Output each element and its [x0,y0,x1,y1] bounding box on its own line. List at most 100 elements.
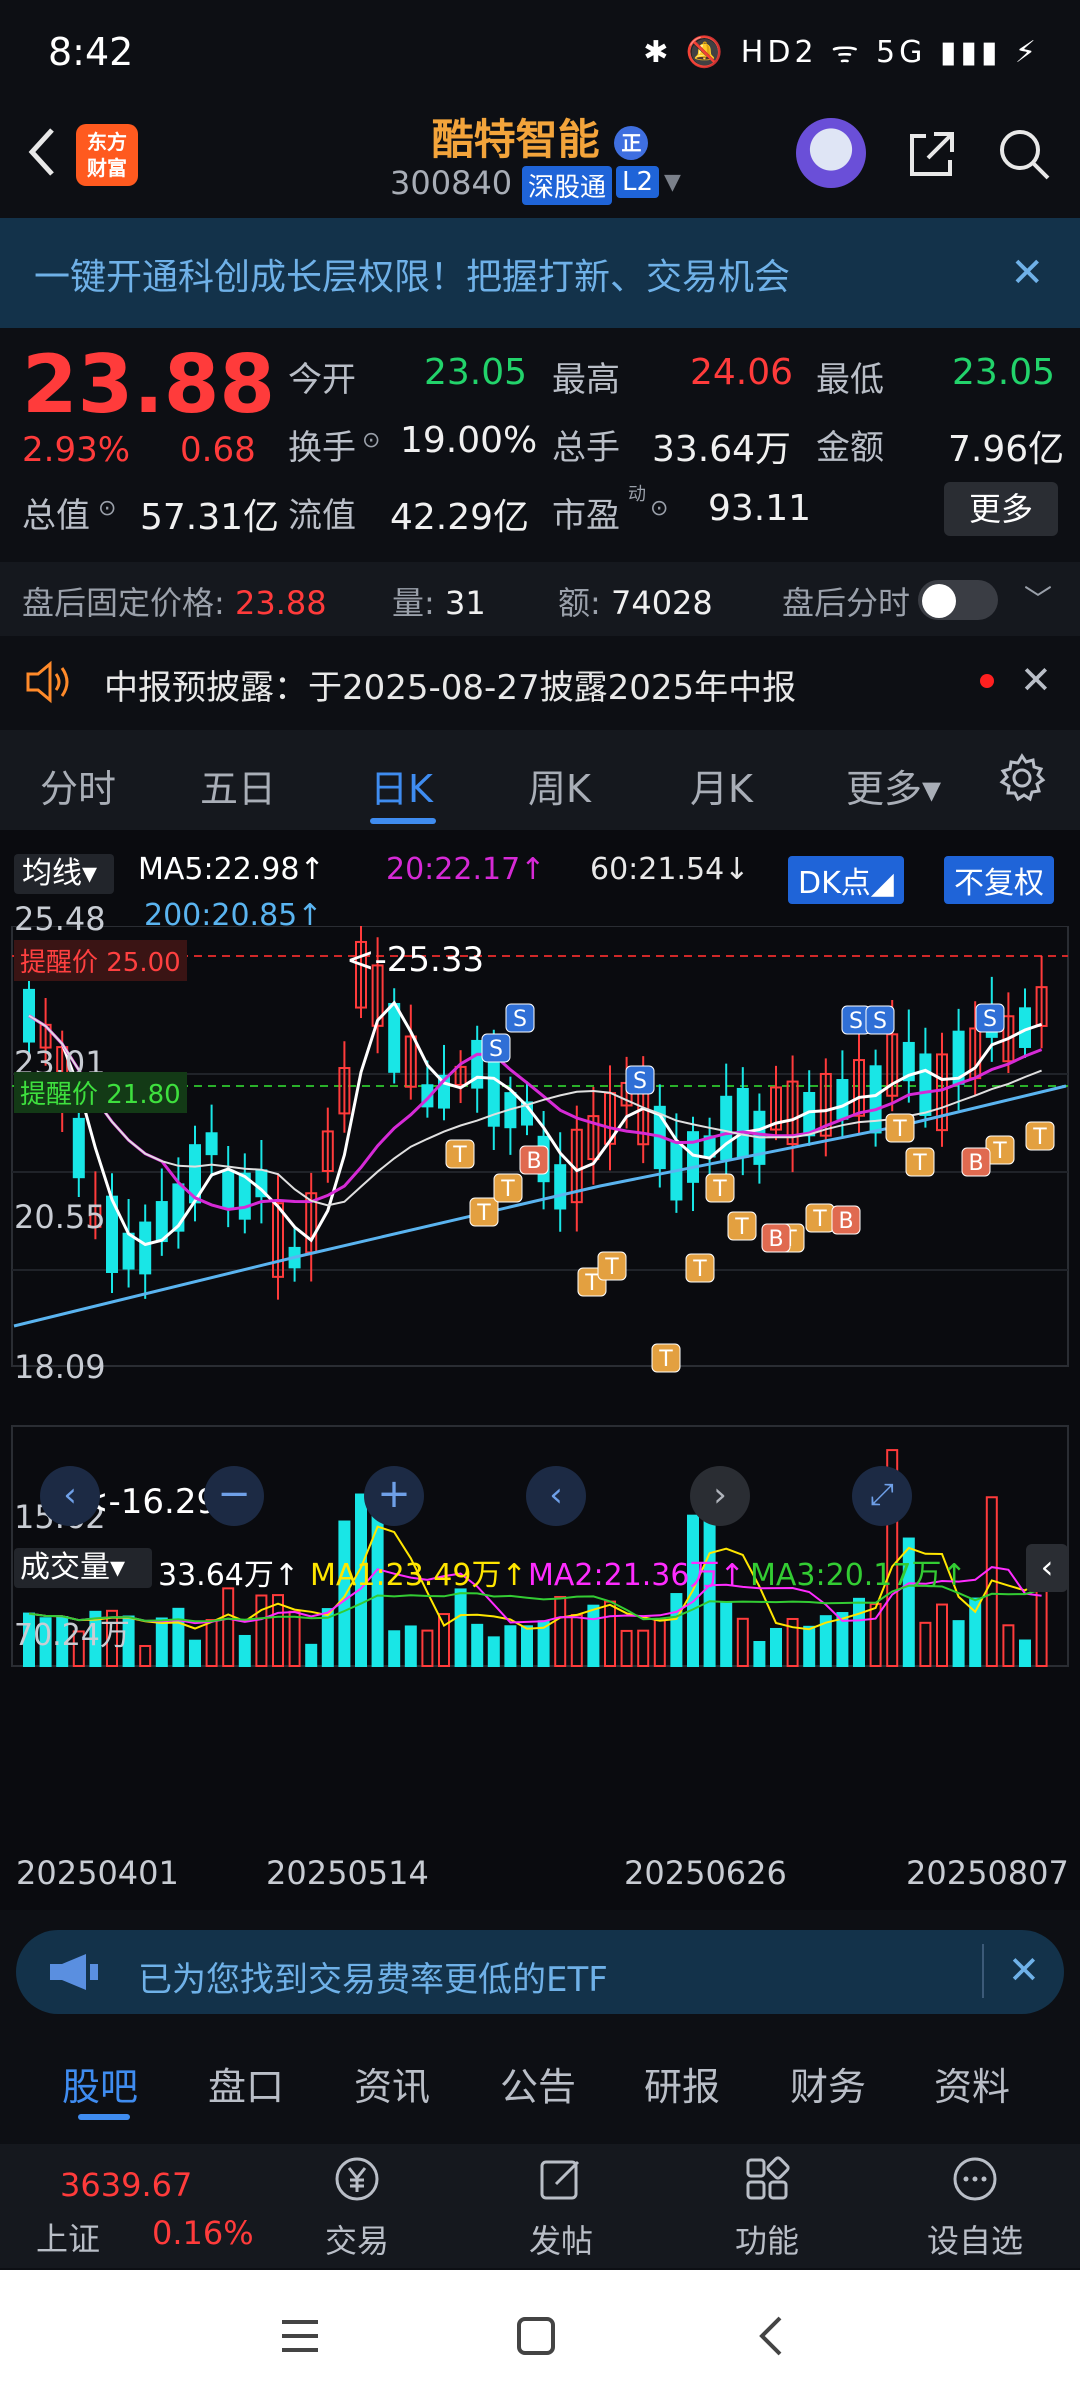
status-time: 8:42 [48,30,134,74]
zoom-in-button[interactable]: + [364,1466,424,1526]
tab-daily-k[interactable]: 日K [370,758,433,813]
tab-orderbook[interactable]: 盘口 [208,2056,284,2111]
min-price-label: <-16.29 [80,1482,219,1522]
turnover-value: 19.00% [400,420,538,461]
alert-label-upper[interactable]: 提醒价 25.00 [14,940,187,981]
zoom-out-button[interactable]: − [204,1466,264,1526]
search-icon[interactable] [996,126,1052,182]
post-icon[interactable] [536,2154,586,2204]
gear-icon[interactable] [996,752,1048,804]
tab-intraday[interactable]: 分时 [40,758,116,813]
candle-body [869,1065,882,1134]
candle-body [205,1132,218,1156]
robot-assistant-icon[interactable] [796,118,866,188]
tab-news[interactable]: 资讯 [354,2056,430,2111]
watchlist-label[interactable]: 设自选 [920,2216,1030,2262]
fullscreen-icon[interactable]: ⤢ [852,1466,912,1526]
ah-amt-label: 额: [558,584,601,622]
home-icon[interactable] [514,2314,558,2358]
close-icon[interactable]: ✕ [1008,1948,1040,1992]
marker-letter: T [734,1215,749,1240]
more-button[interactable]: 更多 [944,482,1058,536]
marker-letter: T [584,1271,599,1296]
close-icon[interactable]: ✕ [1010,250,1044,296]
y-label-4: 18.09 [14,1348,106,1386]
tab-weekly-k[interactable]: 周K [528,758,591,813]
vma2-legend: MA2:21.36万↑ [528,1558,745,1593]
ah-price: 23.88 [234,584,327,622]
info-icon[interactable]: ⊙ [362,428,380,453]
collapse-panel-icon[interactable]: ‹ [1026,1544,1068,1592]
volume-bar [736,1617,749,1668]
trade-icon[interactable] [332,2154,382,2204]
volume-bar [570,1614,583,1667]
tab-profile[interactable]: 资料 [934,2056,1010,2111]
volume-label: 总手 [552,428,620,468]
change-amount: 0.68 [180,430,256,470]
vma3-legend: MA3:20.17万↑ [750,1558,967,1593]
dk-point-button[interactable]: DK点◢ [788,856,904,904]
ma-selector[interactable]: 均线▾ [14,854,114,894]
marker-letter: T [912,1151,927,1176]
volume-bar [205,1619,218,1668]
next-button[interactable]: › [690,1466,750,1526]
marker-letter: S [983,1007,997,1032]
kline-chart-area[interactable]: 均线▾ MA5:22.98↑ 20:22.17↑ 60:21.54↓ 200:2… [0,830,1080,1910]
back-nav-icon[interactable] [752,2314,792,2358]
marker-letter: B [838,1209,853,1234]
adjust-button[interactable]: 不复权 [944,856,1054,904]
turnover-label: 换手 [288,428,356,468]
bottom-toolbar: 3639.67 上证 0.16% 交易 发帖 功能 设自选 [0,2144,1080,2268]
y-label-1: 25.48 [14,900,106,938]
alert-label-lower[interactable]: 提醒价 21.80 [14,1072,187,1113]
trade-label[interactable]: 交易 [314,2216,400,2262]
menu-icon[interactable] [278,2316,322,2356]
promo-banner[interactable]: 一键开通科创成长层权限！把握打新、交易机会 ✕ [0,218,1080,328]
tab-announcements[interactable]: 公告 [500,2056,576,2111]
function-label[interactable]: 功能 [724,2216,810,2262]
amount-label: 金额 [816,428,884,468]
info-icon[interactable]: ⊙ [98,496,116,521]
add-watchlist-icon[interactable] [950,2154,1000,2204]
scroll-left-button[interactable]: ‹ [40,1466,100,1526]
chevron-down-icon[interactable]: ▼ [664,170,681,195]
etf-banner[interactable]: 已为您找到交易费率更低的ETF ✕ [16,1930,1064,2014]
badge-icon: 正 [614,125,649,160]
amount-value: 7.96亿 [948,429,1065,470]
candle-body [122,1232,135,1270]
marker-letter: T [812,1207,827,1232]
share-icon[interactable] [904,126,960,182]
tab-monthly-k[interactable]: 月K [690,758,753,813]
chevron-down-icon[interactable]: ﹀ [1024,578,1052,618]
post-label[interactable]: 发帖 [518,2216,604,2262]
index-value[interactable]: 3639.67 [60,2166,192,2204]
volume-bar [952,1620,965,1668]
close-icon[interactable]: ✕ [1020,658,1052,702]
tab-research[interactable]: 研报 [644,2056,720,2111]
banner-text: 一键开通科创成长层权限！把握打新、交易机会 [34,257,791,298]
volume-bar [637,1629,650,1667]
pe-value: 93.11 [708,488,812,529]
tab-more[interactable]: 更多▾ [846,758,941,813]
marker-letter: S [513,1007,527,1032]
tab-forum[interactable]: 股吧 [62,2056,138,2111]
info-icon[interactable]: ⊙ [650,496,668,521]
index-name: 上证 [36,2220,101,2258]
prev-button[interactable]: ‹ [526,1466,586,1526]
notice-bar[interactable]: 中报预披露：于2025-08-27披露2025年中报 ✕ [0,640,1080,724]
level-tag[interactable]: L2 [616,166,660,198]
tab-finance[interactable]: 财务 [790,2056,866,2111]
tab-five-day[interactable]: 五日 [200,758,276,813]
volume-bar [587,1604,600,1667]
volume-bar [554,1595,567,1667]
grid-icon[interactable] [742,2154,792,2204]
ma20-legend: 20:22.17↑ [386,852,546,887]
volume-bar [753,1640,766,1667]
candle-body [222,1169,235,1210]
low-value: 23.05 [952,352,1056,393]
volume-selector[interactable]: 成交量▾ [14,1548,152,1588]
quote-panel: 23.88 2.93% 0.68 今开 23.05 最高 24.06 最低 23… [0,330,1080,560]
candle-body [72,1117,85,1179]
volume-bar [936,1603,948,1667]
volume-bar [770,1627,782,1668]
